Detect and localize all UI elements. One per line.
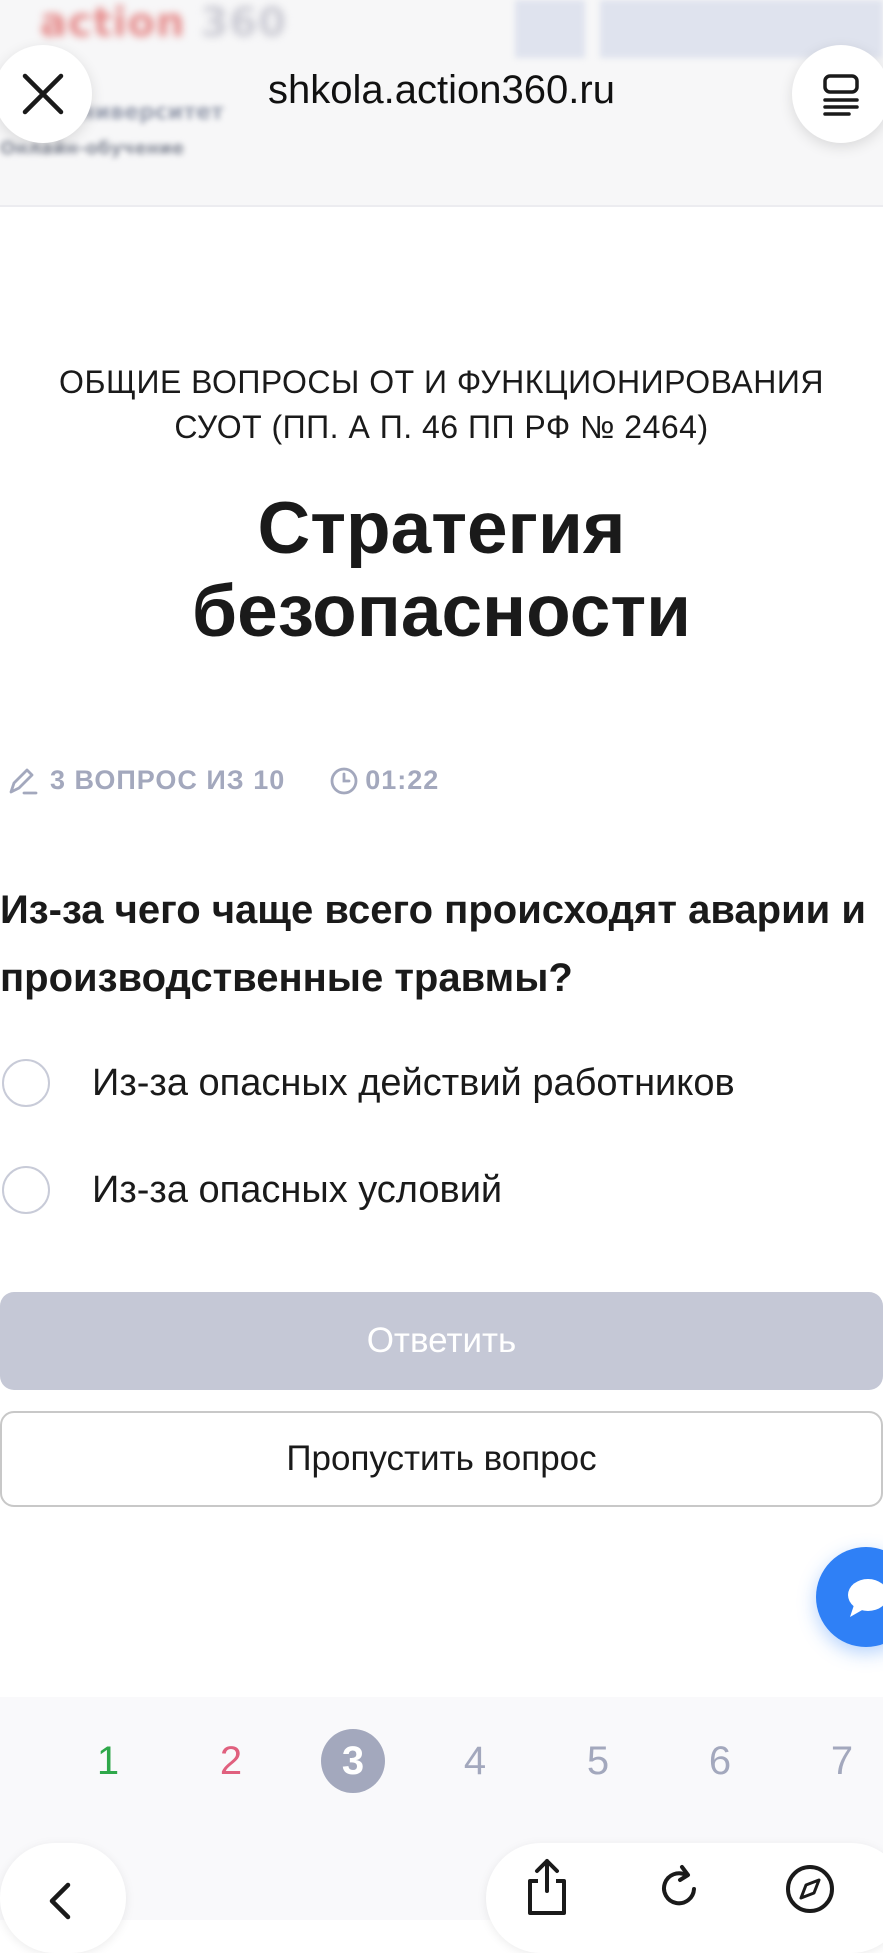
chat-button[interactable] <box>816 1547 883 1647</box>
answer-button[interactable]: Ответить <box>0 1292 883 1390</box>
chat-icon <box>848 1579 883 1617</box>
quiz-category: ОБЩИЕ ВОПРОСЫ ОТ И ФУНКЦИОНИРОВАНИЯ СУОТ… <box>59 364 824 445</box>
browser-toolbar <box>0 1837 883 1953</box>
answer-option-label: Из-за опасных действий работников <box>92 1061 735 1104</box>
url-text[interactable]: shkola.action360.ru <box>0 68 883 113</box>
page-number[interactable]: 2 <box>199 1729 263 1793</box>
answer-option[interactable]: Из-за опасных условий <box>0 1160 883 1220</box>
toolbar-group <box>486 1843 883 1953</box>
timer-value: 01:22 <box>365 765 440 795</box>
pencil-icon <box>9 768 38 794</box>
skip-question-button[interactable]: Пропустить вопрос <box>0 1411 883 1507</box>
page-number-current[interactable]: 3 <box>321 1729 385 1793</box>
radio-button[interactable] <box>2 1059 50 1107</box>
clock-icon <box>330 767 358 794</box>
site-logo: action 360 <box>40 0 287 46</box>
page-number[interactable]: 1 <box>76 1729 140 1793</box>
quiz-meta: 3 ВОПРОС ИЗ 10 01:22 <box>8 765 439 796</box>
share-icon[interactable] <box>522 1857 572 1917</box>
reader-button[interactable] <box>792 45 883 143</box>
back-icon <box>49 1882 71 1920</box>
back-button[interactable] <box>0 1843 126 1953</box>
page-title: Стратегия безопасности <box>192 488 691 652</box>
question-pager: 1 2 3 4 5 6 7 <box>0 1697 883 1837</box>
timer: 01:22 <box>329 765 439 796</box>
compass-icon[interactable] <box>784 1863 836 1915</box>
question-text: Из-за чего чаще всего происходят аварии … <box>0 888 866 1000</box>
question-progress: 3 ВОПРОС ИЗ 10 <box>50 765 286 795</box>
answer-option[interactable]: Из-за опасных действий работников <box>0 1053 883 1113</box>
page-number[interactable]: 6 <box>688 1729 752 1793</box>
page-number[interactable]: 7 <box>810 1729 874 1793</box>
site-subtitle-small: Онлайн-обучение <box>0 138 185 159</box>
reload-icon[interactable] <box>654 1863 704 1913</box>
radio-button[interactable] <box>2 1166 50 1214</box>
site-header-button <box>515 0 585 58</box>
page-number[interactable]: 5 <box>566 1729 630 1793</box>
answer-option-label: Из-за опасных условий <box>92 1168 503 1211</box>
reader-icon <box>823 74 859 116</box>
page-number[interactable]: 4 <box>443 1729 507 1793</box>
